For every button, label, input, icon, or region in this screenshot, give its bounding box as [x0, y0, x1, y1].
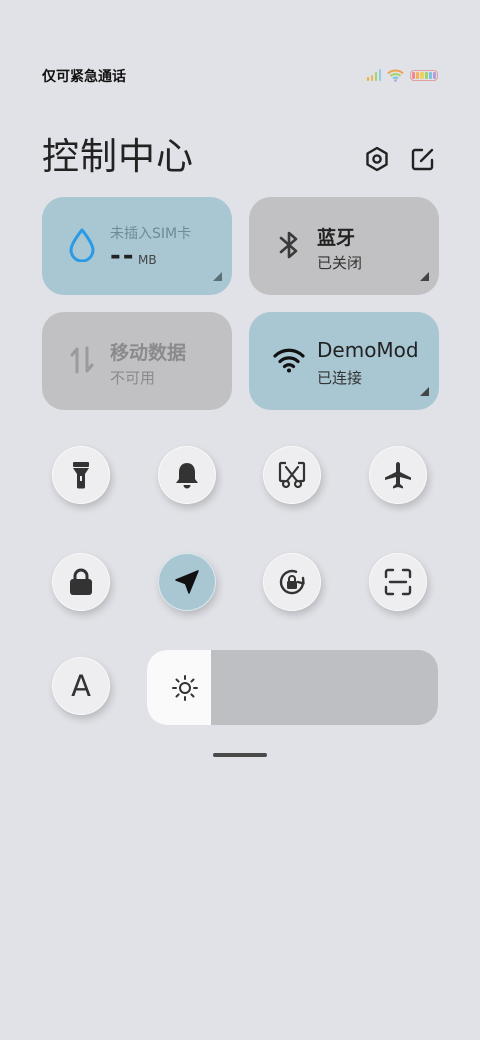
screenshot-button[interactable] — [263, 446, 321, 504]
mobile-data-status: 不可用 — [110, 369, 156, 387]
sim-status-label: 未插入SIM卡 — [110, 226, 192, 242]
location-button[interactable] — [158, 553, 216, 611]
rotation-lock-button[interactable] — [263, 553, 321, 611]
status-icons — [366, 68, 438, 82]
data-usage-tile[interactable]: 未插入SIM卡 -- MB — [42, 197, 232, 295]
rotation-lock-icon — [279, 569, 305, 595]
battery-icon — [410, 69, 438, 81]
flashlight-icon — [73, 462, 89, 489]
wifi-network-name: DemoMode — [317, 338, 419, 362]
lock-screen-button[interactable] — [52, 553, 110, 611]
airplane-icon — [385, 462, 411, 489]
signal-icon — [366, 69, 381, 81]
airplane-mode-button[interactable] — [369, 446, 427, 504]
mute-bell-button[interactable] — [158, 446, 216, 504]
expand-corner-icon — [213, 272, 222, 281]
screenshot-scissors-icon — [278, 461, 306, 489]
data-usage-value: -- — [110, 241, 136, 271]
mobile-data-tile[interactable]: 移动数据 不可用 — [42, 312, 232, 410]
expand-corner-icon — [420, 387, 429, 396]
font-size-button[interactable]: A — [52, 657, 110, 715]
status-emergency-only: 仅可紧急通话 — [42, 69, 126, 85]
bluetooth-icon — [271, 227, 307, 263]
location-arrow-icon — [175, 570, 199, 594]
wifi-tile[interactable]: DemoMode 已连接 — [249, 312, 439, 410]
edit-icon[interactable] — [408, 144, 438, 174]
page-title: 控制中心 — [42, 135, 194, 178]
data-arrows-icon — [64, 342, 100, 378]
brightness-slider[interactable] — [147, 650, 438, 725]
scan-icon — [384, 568, 412, 596]
sun-icon — [171, 674, 199, 706]
wifi-status: 已连接 — [317, 369, 363, 387]
wifi-icon — [271, 342, 307, 378]
scanner-button[interactable] — [369, 553, 427, 611]
home-indicator[interactable] — [213, 753, 267, 757]
data-usage-unit: MB — [138, 253, 157, 267]
flashlight-button[interactable] — [52, 446, 110, 504]
water-drop-icon — [64, 227, 100, 263]
mobile-data-title: 移动数据 — [110, 342, 187, 364]
settings-hexagon-icon[interactable] — [362, 144, 392, 174]
wifi-status-icon — [387, 69, 404, 82]
font-size-label: A — [71, 669, 91, 703]
bluetooth-title: 蓝牙 — [317, 227, 356, 249]
expand-corner-icon — [420, 272, 429, 281]
bell-icon — [176, 463, 198, 489]
lock-icon — [70, 568, 92, 595]
bluetooth-status: 已关闭 — [317, 254, 363, 272]
bluetooth-tile[interactable]: 蓝牙 已关闭 — [249, 197, 439, 295]
